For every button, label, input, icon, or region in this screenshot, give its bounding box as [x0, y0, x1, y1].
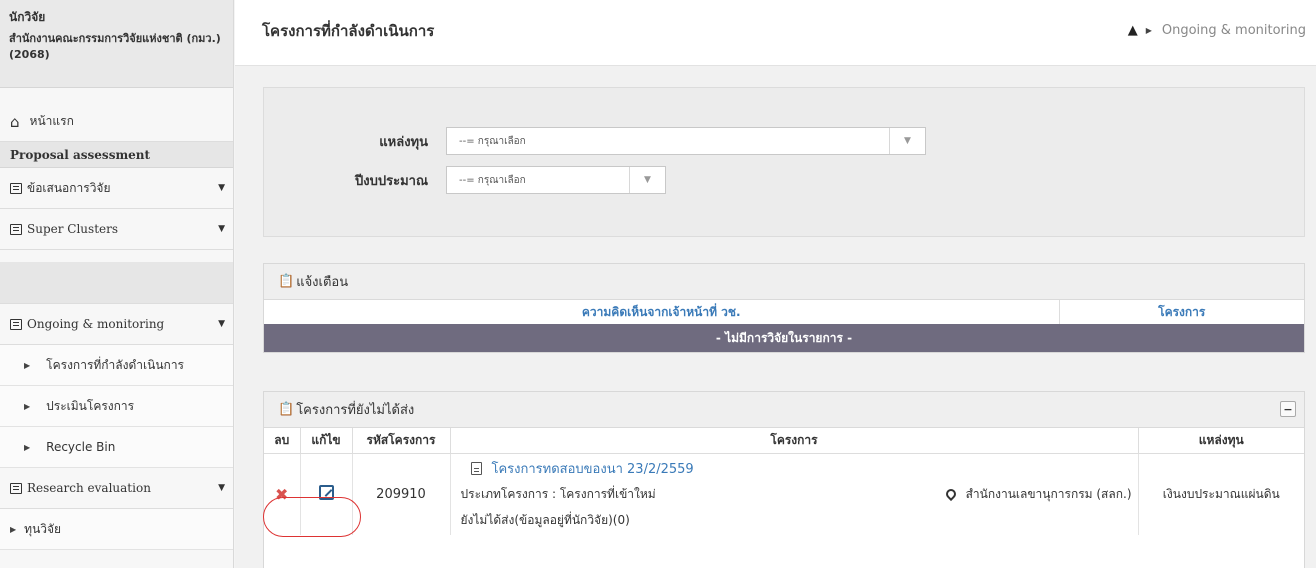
- column-header-code: รหัสโครงการ: [352, 428, 451, 454]
- delete-cell: ✖: [264, 453, 301, 535]
- project-title-link[interactable]: โครงการทดสอบของนา 23/2/2559: [461, 455, 1132, 481]
- map-pin-icon: [943, 487, 958, 502]
- user-organization: สำนักงานคณะกรรมการวิจัยแห่งชาติ (กมว.)(2…: [9, 32, 221, 61]
- project-fund: เงินงบประมาณแผ่นดิน: [1138, 453, 1304, 535]
- caret-down-icon: ▼: [218, 224, 225, 234]
- collapse-button[interactable]: −: [1280, 401, 1296, 417]
- sidebar-item-label: ข้อเสนอการวิจัย: [27, 180, 111, 195]
- edit-cell: [300, 453, 353, 535]
- unsent-panel-header: 📋 โครงการที่ยังไม่ได้ส่ง −: [264, 392, 1304, 428]
- project-cell: โครงการทดสอบของนา 23/2/2559 ประเภทโครงกา…: [450, 453, 1139, 535]
- chevron-down-icon[interactable]: ▼: [629, 167, 665, 193]
- home-icon[interactable]: ▲: [1128, 23, 1138, 38]
- delete-icon[interactable]: ✖: [275, 485, 288, 504]
- unsent-projects-panel: 📋 โครงการที่ยังไม่ได้ส่ง − ลบ แก้ไข รหัส…: [263, 391, 1305, 568]
- year-select-value: --= กรุณาเลือก: [459, 174, 526, 186]
- column-header-fund: แหล่งทุน: [1138, 428, 1304, 454]
- filter-panel: แหล่งทุน --= กรุณาเลือก ▼ ปีงบประมาณ --=…: [263, 87, 1305, 237]
- list-icon: [10, 318, 22, 330]
- caret-down-icon: ▼: [218, 183, 225, 193]
- main-content: โครงการที่กำลังดำเนินการ ▲ ▶ Ongoing & m…: [235, 0, 1316, 568]
- sidebar-subitem-label: ประเมินโครงการ: [46, 398, 135, 413]
- sidebar-item-research-evaluation[interactable]: Research evaluation ▼: [0, 468, 233, 509]
- project-type: ประเภทโครงการ : โครงการที่เข้าใหม่: [460, 486, 656, 501]
- sidebar-item-ongoing[interactable]: Ongoing & monitoring ▼: [0, 304, 233, 345]
- list-icon: [10, 223, 22, 235]
- sidebar-item-home[interactable]: ⌂ หน้าแรก: [0, 102, 233, 142]
- chevron-right-icon: ▶: [24, 401, 31, 411]
- chevron-right-icon: ▶: [24, 442, 31, 452]
- project-status: ยังไม่ได้ส่ง(ข้อมูลอยู่ที่นักวิจัย)(0): [460, 512, 630, 527]
- fund-row: แหล่งทุน --= กรุณาเลือก ▼: [308, 127, 926, 155]
- breadcrumb: ▲ ▶ Ongoing & monitoring: [1128, 23, 1306, 38]
- page-title: โครงการที่กำลังดำเนินการ: [262, 21, 435, 40]
- breadcrumb-current[interactable]: Ongoing & monitoring: [1162, 23, 1306, 38]
- sidebar-item-proposals[interactable]: ข้อเสนอการวิจัย ▼: [0, 168, 233, 209]
- sidebar-subitem-ongoing-projects[interactable]: ▶ โครงการที่กำลังดำเนินการ: [0, 345, 233, 386]
- clipboard-icon: 📋: [278, 402, 295, 417]
- sidebar-item-super-clusters[interactable]: Super Clusters ▼: [0, 209, 233, 250]
- sidebar-subitem-label: ทุนวิจัย: [24, 521, 62, 536]
- user-role: นักวิจัย: [9, 10, 46, 24]
- agency-name: สำนักงานเลขานุการกรม (สลก.): [965, 486, 1132, 501]
- alerts-panel-header: 📋 แจ้งเตือน: [264, 264, 1304, 300]
- fund-select-value: --= กรุณาเลือก: [459, 135, 526, 147]
- sidebar-item-label: Research evaluation: [27, 481, 151, 495]
- sidebar: นักวิจัย สำนักงานคณะกรรมการวิจัยแห่งชาติ…: [0, 0, 234, 568]
- page-header: โครงการที่กำลังดำเนินการ ▲ ▶ Ongoing & m…: [235, 0, 1316, 66]
- sidebar-subitem-label: Recycle Bin: [46, 440, 116, 454]
- caret-down-icon: ▼: [218, 319, 225, 329]
- sidebar-spacer: [0, 262, 233, 304]
- column-header-delete: ลบ: [264, 428, 301, 454]
- fund-label: แหล่งทุน: [379, 134, 428, 150]
- alerts-table: ความคิดเห็นจากเจ้าหน้าที่ วช. โครงการ - …: [264, 300, 1304, 352]
- table-row: ✖ 209910 โครงการทดสอบของนา 23/2/2559 ประ…: [264, 453, 1304, 535]
- sidebar-subitem-label: โครงการที่กำลังดำเนินการ: [46, 357, 184, 372]
- user-info: นักวิจัย สำนักงานคณะกรรมการวิจัยแห่งชาติ…: [0, 0, 233, 88]
- home-icon: ⌂: [10, 112, 20, 131]
- project-title[interactable]: โครงการทดสอบของนา 23/2/2559: [492, 458, 694, 479]
- document-icon: [470, 461, 482, 475]
- empty-message: - ไม่มีการวิจัยในรายการ -: [264, 324, 1304, 352]
- caret-down-icon: ▼: [218, 483, 225, 493]
- column-header-project[interactable]: โครงการ: [1059, 300, 1304, 324]
- sidebar-item-label: หน้าแรก: [29, 114, 74, 128]
- column-header-project: โครงการ: [450, 428, 1139, 454]
- year-label: ปีงบประมาณ: [355, 173, 428, 189]
- clipboard-icon: 📋: [278, 274, 295, 289]
- project-agency: สำนักงานเลขานุการกรม (สลก.): [943, 485, 1132, 504]
- column-header-comment[interactable]: ความคิดเห็นจากเจ้าหน้าที่ วช.: [264, 300, 1060, 324]
- alerts-panel: 📋 แจ้งเตือน ความคิดเห็นจากเจ้าหน้าที่ วช…: [263, 263, 1305, 353]
- unsent-projects-table: ลบ แก้ไข รหัสโครงการ โครงการ แหล่งทุน ✖ …: [264, 428, 1304, 535]
- sidebar-subitem-recycle-bin[interactable]: ▶ Recycle Bin: [0, 427, 233, 468]
- column-header-edit: แก้ไข: [300, 428, 353, 454]
- sidebar-subitem-evaluate[interactable]: ▶ ประเมินโครงการ: [0, 386, 233, 427]
- sidebar-item-label: Ongoing & monitoring: [27, 317, 165, 331]
- chevron-down-icon[interactable]: ▼: [889, 128, 925, 154]
- fund-select[interactable]: --= กรุณาเลือก ▼: [446, 127, 926, 155]
- year-select[interactable]: --= กรุณาเลือก ▼: [446, 166, 666, 194]
- sidebar-item-label: Super Clusters: [27, 222, 119, 236]
- chevron-right-icon: ▶: [10, 524, 17, 534]
- section-header-proposal: Proposal assessment: [0, 142, 233, 168]
- list-icon: [10, 482, 22, 494]
- chevron-right-icon: ▶: [1145, 26, 1152, 35]
- list-icon: [10, 182, 22, 194]
- year-row: ปีงบประมาณ --= กรุณาเลือก ▼: [308, 166, 666, 194]
- sidebar-subitem-fund[interactable]: ▶ ทุนวิจัย: [0, 509, 233, 550]
- unsent-title: โครงการที่ยังไม่ได้ส่ง: [296, 403, 415, 418]
- project-info-line: ประเภทโครงการ : โครงการที่เข้าใหม่ สำนัก…: [461, 481, 1132, 507]
- table-header-row: ลบ แก้ไข รหัสโครงการ โครงการ แหล่งทุน: [264, 428, 1304, 454]
- project-code: 209910: [352, 453, 451, 535]
- chevron-right-icon: ▶: [24, 360, 31, 370]
- alerts-title: แจ้งเตือน: [296, 275, 349, 290]
- edit-icon[interactable]: [318, 485, 334, 501]
